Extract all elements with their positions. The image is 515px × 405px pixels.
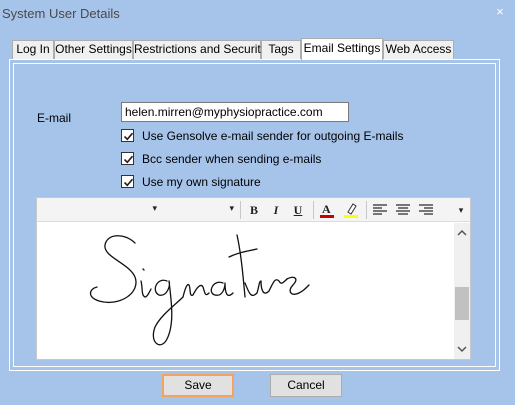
chevron-down-icon: ▾ xyxy=(152,203,157,213)
formatting-toolbar: ▾ ▾ B I U A ▾ xyxy=(37,198,470,222)
handwritten-signature xyxy=(89,234,310,346)
checkmark-icon xyxy=(123,178,134,187)
title-bar: System User Details × xyxy=(0,0,515,28)
checkmark-icon xyxy=(123,155,134,164)
scroll-down-icon[interactable] xyxy=(454,341,470,357)
tab-email-settings[interactable]: Email Settings xyxy=(301,38,383,60)
toolbar-overflow-icon[interactable]: ▾ xyxy=(453,201,469,219)
align-right-icon[interactable] xyxy=(416,201,436,219)
signature-editor: ▾ ▾ B I U A ▾ xyxy=(36,197,471,360)
bold-button[interactable]: B xyxy=(244,201,264,219)
tab-tags[interactable]: Tags xyxy=(261,40,301,59)
gensolve-sender-checkbox[interactable] xyxy=(121,129,134,142)
toolbar-separator xyxy=(313,201,314,219)
own-signature-checkbox[interactable] xyxy=(121,175,134,188)
font-size-combo[interactable]: ▾ xyxy=(161,201,236,219)
vertical-scrollbar[interactable] xyxy=(454,223,470,359)
close-button[interactable]: × xyxy=(492,4,508,20)
underline-button[interactable]: U xyxy=(288,201,308,219)
tab-other-settings[interactable]: Other Settings xyxy=(54,40,133,59)
bcc-sender-checkbox[interactable] xyxy=(121,152,134,165)
italic-button[interactable]: I xyxy=(266,201,286,219)
bcc-sender-label: Bcc sender when sending e-mails xyxy=(142,152,322,166)
svg-text:A: A xyxy=(322,202,331,216)
tab-restrictions-security[interactable]: Restrictions and Security xyxy=(133,40,267,59)
email-field[interactable] xyxy=(121,102,349,122)
gensolve-sender-label: Use Gensolve e-mail sender for outgoing … xyxy=(142,129,404,143)
email-label: E-mail xyxy=(37,111,72,125)
cancel-button[interactable]: Cancel xyxy=(270,374,342,397)
toolbar-separator xyxy=(366,201,367,219)
align-left-icon[interactable] xyxy=(370,201,390,219)
system-user-details-window: System User Details × Log In Other Setti… xyxy=(0,0,515,405)
own-signature-label: Use my own signature xyxy=(142,175,261,189)
signature-content[interactable] xyxy=(37,223,454,359)
font-color-icon[interactable]: A xyxy=(317,201,337,219)
scroll-up-icon[interactable] xyxy=(454,225,470,241)
font-family-combo[interactable]: ▾ xyxy=(39,201,159,219)
toolbar-separator xyxy=(240,201,241,219)
window-title: System User Details xyxy=(2,6,120,21)
save-button[interactable]: Save xyxy=(162,374,234,397)
chevron-down-icon: ▾ xyxy=(229,203,234,213)
scrollbar-thumb[interactable] xyxy=(455,287,469,320)
checkmark-icon xyxy=(123,132,134,141)
tab-web-access[interactable]: Web Access xyxy=(383,40,454,59)
highlight-icon[interactable] xyxy=(341,201,361,219)
align-center-icon[interactable] xyxy=(393,201,413,219)
tab-log-in[interactable]: Log In xyxy=(12,40,54,59)
